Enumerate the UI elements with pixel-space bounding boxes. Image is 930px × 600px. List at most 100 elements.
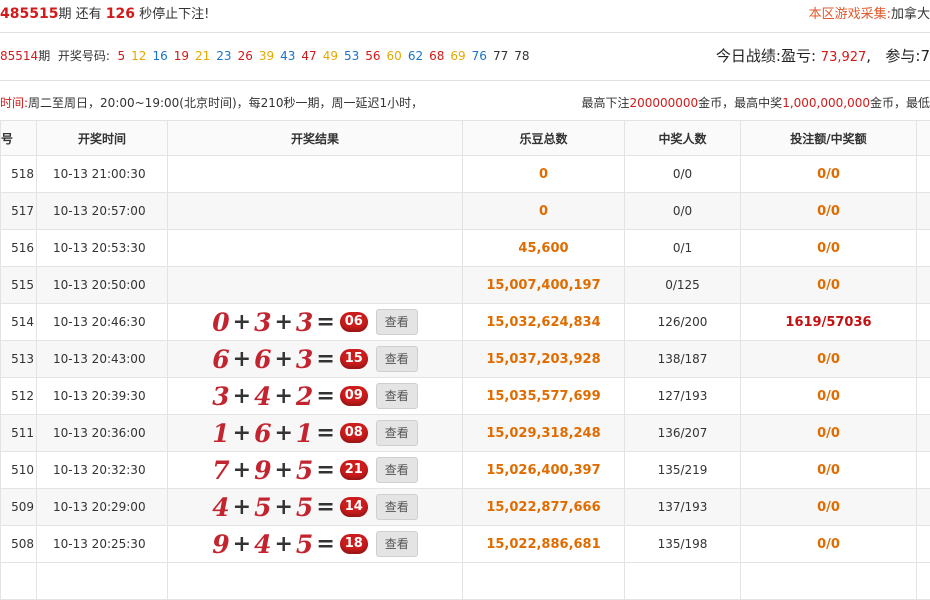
plus-sign: + [274, 348, 292, 370]
row-time: 10-13 20:43:00 [37, 341, 168, 378]
row-id: 517 [1, 193, 37, 230]
row-total: 15,026,400,397 [463, 452, 625, 489]
plus-sign: + [274, 311, 292, 333]
row-extra [917, 267, 930, 304]
row-time: 10-13 20:32:30 [37, 452, 168, 489]
max-win: 1,000,000,000 [782, 96, 870, 110]
result-sum-badge: 06 [340, 312, 368, 332]
plus-sign: + [274, 422, 292, 444]
result-digit: 6 [254, 347, 271, 372]
result-digit: 5 [254, 495, 271, 520]
row-bet-win: 0/0 [741, 526, 917, 563]
plus-sign: + [274, 496, 292, 518]
draw-number: 47 [301, 49, 316, 63]
row-id: 509 [1, 489, 37, 526]
countdown: 485515期 还有 126 秒停止下注! [0, 3, 209, 22]
plus-sign: + [233, 348, 251, 370]
row-time: 10-13 20:53:30 [37, 230, 168, 267]
table-row: 51710-13 20:57:0000/00/0 [1, 193, 930, 230]
today-stats: 今日战绩:盈亏: 73,927, 参与:7 [716, 45, 930, 66]
equals-sign: = [316, 348, 334, 370]
result-sum-badge: 09 [340, 386, 368, 406]
result-digit: 3 [296, 310, 313, 335]
table-row-partial [1, 563, 930, 600]
row-winners: 0/125 [625, 267, 741, 304]
equals-sign: = [316, 459, 334, 481]
top-status-bar: 485515期 还有 126 秒停止下注! 本区游戏采集:加拿大 [0, 0, 930, 28]
equals-sign: = [316, 496, 334, 518]
schedule-text: 周二至周日，20:00~19:00(北京时间)，每210秒一期，周一延迟1小时， [28, 96, 423, 110]
draw-number: 16 [152, 49, 167, 63]
row-winners: 0/0 [625, 193, 741, 230]
remaining-seconds: 126 [106, 6, 135, 22]
table-row: 51510-13 20:50:0015,007,400,1970/1250/0 [1, 267, 930, 304]
draw-number: 26 [238, 49, 253, 63]
row-time: 10-13 20:57:00 [37, 193, 168, 230]
row-bet-win: 0/0 [741, 156, 917, 193]
view-button[interactable]: 查看 [376, 457, 418, 483]
table-row: 51410-13 20:46:300+3+3=06查看15,032,624,83… [1, 304, 930, 341]
equals-sign: = [316, 533, 334, 555]
row-extra [917, 156, 930, 193]
row-bet-win: 0/0 [741, 193, 917, 230]
draw-number-list: 512161921232639434749535660626869767778 [118, 49, 536, 63]
table-row: 51110-13 20:36:001+6+1=08查看15,029,318,24… [1, 415, 930, 452]
row-total: 15,007,400,197 [463, 267, 625, 304]
table-row: 51810-13 21:00:3000/00/0 [1, 156, 930, 193]
result-digit: 6 [254, 421, 271, 446]
result-digit: 5 [296, 458, 313, 483]
draw-result: 0+3+3=06查看 [168, 309, 462, 335]
row-extra [917, 378, 930, 415]
collect-link[interactable]: 本区游戏采集: [809, 7, 891, 22]
result-sum-badge: 14 [340, 497, 368, 517]
collect-source: 本区游戏采集:加拿大 [809, 3, 930, 22]
row-extra [917, 526, 930, 563]
last-draw-bar: 85514期 开奖号码: 512161921232639434749535660… [0, 44, 930, 68]
divider [0, 32, 930, 33]
row-result: 3+4+2=09查看 [168, 378, 463, 415]
view-button[interactable]: 查看 [376, 494, 418, 520]
result-digit: 1 [296, 421, 313, 446]
result-digit: 4 [254, 532, 271, 557]
view-button[interactable]: 查看 [376, 309, 418, 335]
view-button[interactable]: 查看 [376, 531, 418, 557]
row-total: 0 [463, 193, 625, 230]
row-total: 15,022,877,666 [463, 489, 625, 526]
col-total: 乐豆总数 [463, 121, 625, 156]
result-digit: 5 [296, 495, 313, 520]
row-id: 515 [1, 267, 37, 304]
col-extra [917, 121, 930, 156]
plus-sign: + [233, 533, 251, 555]
table-header: 号 开奖时间 开奖结果 乐豆总数 中奖人数 投注额/中奖额 [1, 121, 930, 156]
row-result [168, 267, 463, 304]
row-result: 6+6+3=15查看 [168, 341, 463, 378]
draw-number: 62 [408, 49, 423, 63]
equals-sign: = [316, 311, 334, 333]
result-digit: 3 [254, 310, 271, 335]
row-extra [917, 452, 930, 489]
draw-result: 3+4+2=09查看 [168, 383, 462, 409]
equals-sign: = [316, 422, 334, 444]
result-sum-badge: 08 [340, 423, 368, 443]
row-id: 518 [1, 156, 37, 193]
row-id: 516 [1, 230, 37, 267]
row-winners: 126/200 [625, 304, 741, 341]
max-bet: 200000000 [629, 96, 698, 110]
plus-sign: + [233, 311, 251, 333]
row-total: 15,029,318,248 [463, 415, 625, 452]
row-result [168, 230, 463, 267]
row-total: 0 [463, 156, 625, 193]
row-time: 10-13 20:50:00 [37, 267, 168, 304]
row-result: 4+5+5=14查看 [168, 489, 463, 526]
result-digit: 1 [212, 421, 229, 446]
row-bet-win: 0/0 [741, 452, 917, 489]
view-button[interactable]: 查看 [376, 420, 418, 446]
draw-number: 43 [280, 49, 295, 63]
draw-result: 9+4+5=18查看 [168, 531, 462, 557]
view-button[interactable]: 查看 [376, 346, 418, 372]
draw-number: 77 [493, 49, 508, 63]
view-button[interactable]: 查看 [376, 383, 418, 409]
row-id: 513 [1, 341, 37, 378]
draw-number: 19 [174, 49, 189, 63]
row-bet-win: 0/0 [741, 341, 917, 378]
